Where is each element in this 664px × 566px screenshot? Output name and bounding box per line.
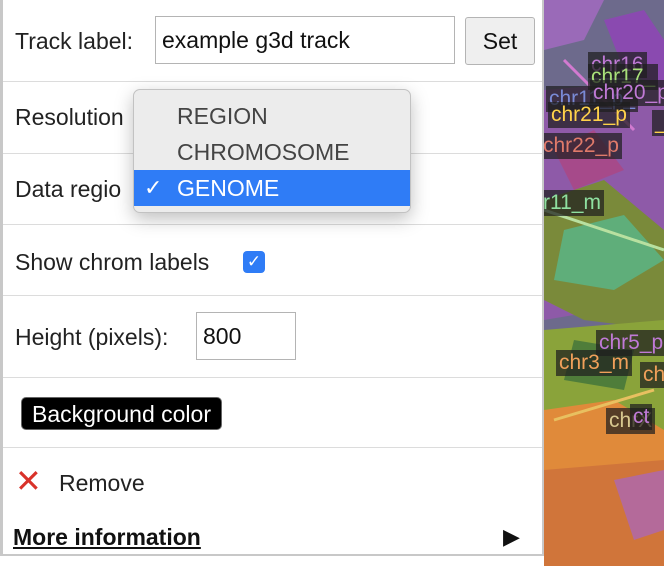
set-button[interactable]: Set bbox=[465, 17, 535, 65]
track-label-input[interactable] bbox=[155, 16, 455, 64]
resolution-label: Resolution bbox=[15, 104, 124, 130]
chrom-label: chr22_p bbox=[544, 133, 622, 159]
chrom-label: r11_m bbox=[544, 190, 604, 216]
dropdown-option-chromosome[interactable]: CHROMOSOME bbox=[134, 134, 410, 170]
data-region-label: Data regio bbox=[15, 176, 122, 202]
close-x-icon[interactable]: ✕ bbox=[15, 465, 45, 497]
chrom-label: ch bbox=[640, 362, 664, 388]
chrom-label: ct bbox=[630, 404, 653, 430]
remove-label[interactable]: Remove bbox=[59, 470, 145, 497]
remove-row[interactable]: ✕ Remove bbox=[3, 448, 542, 520]
chrom-label: chr3_m bbox=[556, 350, 633, 376]
height-label: Height (pixels): bbox=[15, 324, 169, 350]
show-chrom-labels-label: Show chrom labels bbox=[15, 249, 210, 275]
height-row: Height (pixels): bbox=[3, 296, 542, 378]
genome-3d-view[interactable]: chr16chr17_chr11_p_chr20_pchr21_p_pchr22… bbox=[544, 0, 664, 566]
dropdown-option-genome[interactable]: ✓ GENOME bbox=[134, 170, 410, 206]
height-input[interactable] bbox=[196, 312, 296, 360]
dropdown-option-label: GENOME bbox=[177, 175, 280, 201]
track-settings-panel: Track label: Set Resolution Data regio S… bbox=[0, 0, 544, 556]
chrom-label: _p bbox=[652, 110, 664, 136]
dropdown-option-label: CHROMOSOME bbox=[177, 139, 350, 165]
more-information-link[interactable]: More information bbox=[13, 524, 201, 551]
track-label-row: Track label: Set bbox=[3, 0, 542, 82]
track-label-label: Track label: bbox=[15, 28, 134, 54]
chrom-label: chr21_p bbox=[548, 102, 630, 128]
resolution-dropdown-menu[interactable]: REGION CHROMOSOME ✓ GENOME bbox=[133, 89, 411, 213]
checkmark-icon: ✓ bbox=[144, 175, 163, 200]
expand-arrow-icon[interactable]: ▶ bbox=[503, 524, 520, 550]
dropdown-option-label: REGION bbox=[177, 103, 268, 129]
background-color-row: Background color bbox=[3, 378, 542, 448]
show-chrom-labels-checkbox[interactable]: ✓ bbox=[243, 251, 265, 273]
show-chrom-labels-row: Show chrom labels ✓ bbox=[3, 225, 542, 296]
background-color-button[interactable]: Background color bbox=[21, 397, 222, 430]
dropdown-option-region[interactable]: REGION bbox=[134, 98, 410, 134]
